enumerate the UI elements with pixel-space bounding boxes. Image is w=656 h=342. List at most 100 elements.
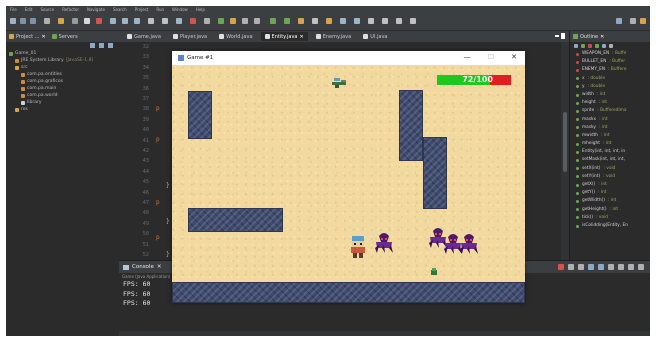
display-console-icon[interactable] (608, 264, 614, 270)
hide-static-icon[interactable] (588, 44, 592, 48)
terminate-icon[interactable] (558, 264, 564, 270)
close-icon[interactable]: ✕ (157, 264, 162, 270)
new-java-project-icon[interactable] (230, 18, 236, 24)
skip-icon[interactable] (72, 18, 78, 24)
clear-console-icon[interactable] (578, 264, 584, 270)
tree-item[interactable]: com.pa.world (6, 92, 119, 99)
outline-item[interactable]: tick(): void (570, 214, 650, 222)
hide-nonpublic-icon[interactable] (595, 44, 599, 48)
tab-ui-java[interactable]: UI.java (359, 32, 391, 41)
print-icon[interactable] (44, 18, 50, 24)
outline-item[interactable]: getHeight(): int (570, 206, 650, 214)
use-step-filters-icon[interactable] (162, 18, 168, 24)
menu-help[interactable]: Help (196, 6, 205, 14)
outline-item[interactable]: mwidth: int (570, 132, 650, 140)
new-package-icon[interactable] (242, 18, 248, 24)
menu-run[interactable]: Run (156, 6, 164, 14)
outline-item[interactable]: BULLET_EN: Buffer (570, 58, 650, 66)
remove-launch-icon[interactable] (568, 264, 574, 270)
quick-access-icon[interactable] (616, 18, 622, 24)
sort-icon[interactable] (574, 44, 578, 48)
run-last-icon[interactable] (270, 18, 276, 24)
pin-icon[interactable] (410, 18, 416, 24)
coverage-icon[interactable] (176, 18, 182, 24)
tree-item[interactable]: Game_01 (6, 50, 119, 57)
maximize-icon[interactable] (638, 264, 644, 270)
tab-game-java[interactable]: Game.java (123, 32, 165, 41)
outline-item[interactable]: getX(): int (570, 181, 650, 189)
outline-item[interactable]: height: int (570, 99, 650, 107)
collapse-all-icon[interactable] (90, 43, 95, 48)
outline-item[interactable]: width: int (570, 91, 650, 99)
search-icon[interactable] (312, 18, 318, 24)
tree-item[interactable]: JRE System Library [JavaSE-1.8] (6, 57, 119, 64)
outline-item[interactable]: setMask(int, int, int, (570, 156, 650, 164)
forward-icon[interactable] (396, 18, 402, 24)
back-icon[interactable] (382, 18, 388, 24)
menu-file[interactable]: File (10, 6, 17, 14)
previous-annotation-icon[interactable] (354, 18, 360, 24)
outline-item[interactable]: x: double (570, 75, 650, 83)
outline-item[interactable]: setY(int): void (570, 173, 650, 181)
close-icon[interactable]: ✕ (41, 34, 45, 40)
outline-item[interactable]: y: double (570, 83, 650, 91)
run-as-icon[interactable] (284, 18, 290, 24)
scrollbar-thumb[interactable] (563, 112, 567, 172)
close-button[interactable]: ✕ (509, 53, 519, 61)
save-icon[interactable] (20, 18, 26, 24)
view-menu-icon[interactable] (609, 44, 613, 48)
tree-item[interactable]: com.pa.main (6, 85, 119, 92)
scroll-lock-icon[interactable] (588, 264, 594, 270)
new-icon[interactable] (10, 18, 16, 24)
outline-item[interactable]: mheight: int (570, 140, 650, 148)
outline-item[interactable]: maskx: int (570, 116, 650, 124)
tab-enemy-java[interactable]: Enemy.java (312, 32, 356, 41)
pause-icon[interactable] (84, 18, 90, 24)
last-edit-icon[interactable] (368, 18, 374, 24)
outline-item[interactable]: setX(int): void (570, 165, 650, 173)
step-over-icon[interactable] (122, 18, 128, 24)
pin-console-icon[interactable] (598, 264, 604, 270)
open-icon[interactable] (58, 18, 64, 24)
minimize-icon[interactable] (628, 264, 634, 270)
menu-search[interactable]: Search (113, 6, 127, 14)
open-console-icon[interactable] (618, 264, 624, 270)
debug-icon[interactable] (190, 18, 196, 24)
save-all-icon[interactable] (30, 18, 36, 24)
close-icon[interactable]: ✕ (299, 34, 303, 40)
outline-item[interactable]: WEAPON_EN: Buffe (570, 50, 650, 58)
maximize-editor-icon[interactable] (555, 33, 565, 39)
hide-fields-icon[interactable] (581, 44, 585, 48)
new-class-icon[interactable] (254, 18, 260, 24)
close-icon[interactable]: ✕ (600, 34, 604, 40)
tree-item[interactable]: src (6, 64, 119, 71)
step-into-icon[interactable] (110, 18, 116, 24)
menu-project[interactable]: Project (135, 6, 149, 14)
hide-local-types-icon[interactable] (602, 44, 606, 48)
tab-outline[interactable]: Outline ✕ (570, 31, 650, 42)
outline-item[interactable]: getY(): int (570, 189, 650, 197)
step-return-icon[interactable] (134, 18, 140, 24)
menu-navigate[interactable]: Navigate (87, 6, 105, 14)
maximize-button[interactable]: ☐ (486, 53, 496, 61)
outline-item[interactable]: ENEMY_EN: Buffere (570, 66, 650, 74)
outline-item[interactable]: isColidding(Entity, En (570, 222, 650, 230)
menu-source[interactable]: Source (40, 6, 54, 14)
menu-window[interactable]: Window (172, 6, 188, 14)
run-icon[interactable] (218, 18, 224, 24)
menu-edit[interactable]: Edit (25, 6, 33, 14)
tab-servers[interactable]: Servers (51, 34, 78, 40)
game-canvas[interactable]: 72/100 (172, 65, 525, 282)
drop-frame-icon[interactable] (148, 18, 154, 24)
tab-world-java[interactable]: World.java (215, 32, 256, 41)
terminate-icon[interactable] (96, 18, 102, 24)
open-type-icon[interactable] (298, 18, 304, 24)
outline-item[interactable]: Entity(int, int, int, in (570, 148, 650, 156)
tab-project-explorer[interactable]: Project ... ✕ (9, 34, 46, 40)
tab-entity-java[interactable]: Entity.java ✕ (260, 32, 308, 41)
menu-refactor[interactable]: Refactor (62, 6, 79, 14)
perspective-icon[interactable] (630, 18, 636, 24)
java-perspective-icon[interactable] (640, 18, 646, 24)
annotation-icon[interactable] (326, 18, 332, 24)
view-menu-icon[interactable] (108, 43, 113, 48)
